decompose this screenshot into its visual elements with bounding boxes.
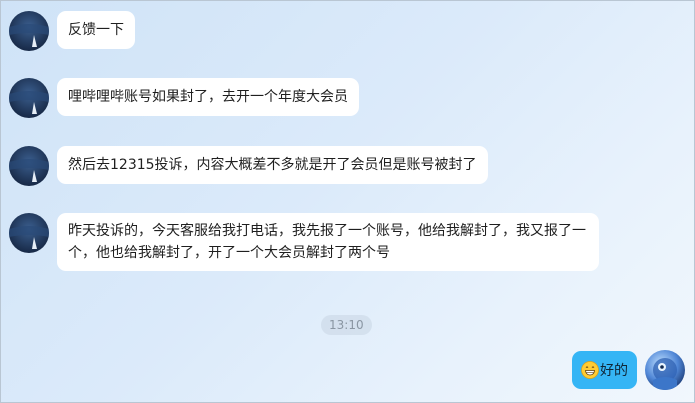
chat-window: 反馈一下 哩哔哩哔账号如果封了，去开一个年度大会员 然后去12315投诉，内容大… [0,0,695,403]
message-row: 哩哔哩哔账号如果封了，去开一个年度大会员 [9,78,359,118]
message-bubble[interactable]: 然后去12315投诉，内容大概差不多就是开了会员但是账号被封了 [57,146,488,184]
message-bubble[interactable]: 哩哔哩哔账号如果封了，去开一个年度大会员 [57,78,359,116]
message-bubble[interactable]: 反馈一下 [57,11,135,49]
avatar[interactable] [9,11,49,51]
message-bubble[interactable]: 昨天投诉的，今天客服给我打电话，我先报了一个账号，他给我解封了，我又报了一个，他… [57,213,599,271]
message-row: 然后去12315投诉，内容大概差不多就是开了会员但是账号被封了 [9,146,488,186]
avatar[interactable] [9,78,49,118]
timestamp: 13:10 [321,315,372,335]
self-message-text: 好的 [600,363,628,379]
self-avatar[interactable] [645,350,685,390]
avatar[interactable] [9,146,49,186]
message-row: 昨天投诉的，今天客服给我打电话，我先报了一个账号，他给我解封了，我又报了一个，他… [9,213,599,271]
avatar[interactable] [9,213,49,253]
grinning-face-icon [581,361,599,379]
self-message-row: 好的 [572,350,685,390]
message-row: 反馈一下 [9,11,135,51]
self-message-bubble[interactable]: 好的 [572,351,637,389]
